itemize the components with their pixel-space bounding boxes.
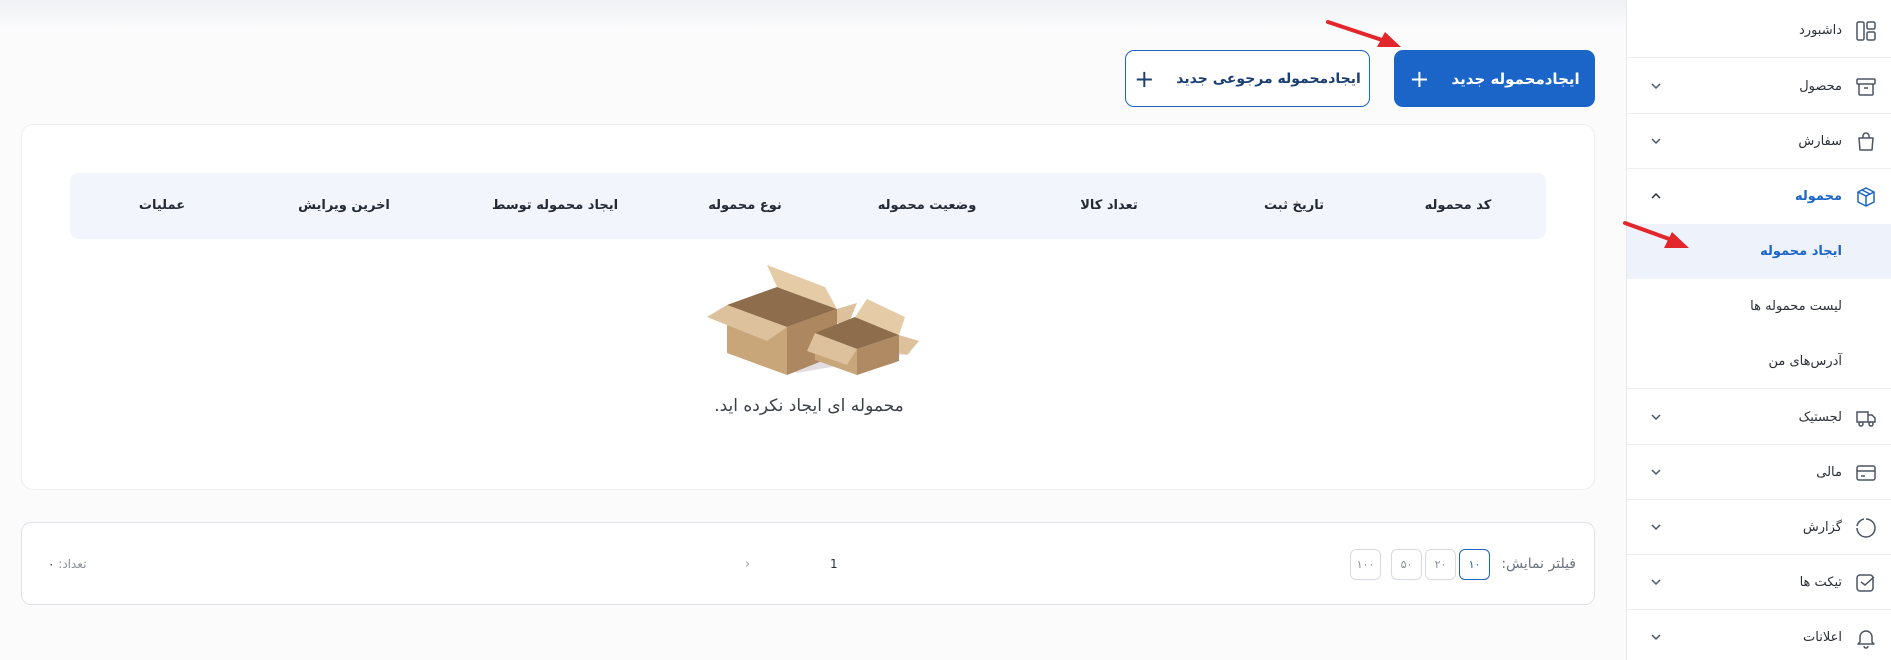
chevron-down-icon[interactable] [1649,134,1663,148]
page-number-button[interactable]: 1 [830,523,838,606]
sidebar-item-label: لجستیک [1798,410,1842,425]
column-header-shipment-type: نوع محموله [708,198,782,213]
card-icon [1856,465,1876,481]
chevron-up-icon[interactable] [1649,189,1663,203]
sidebar-subitem-create-shipment[interactable]: ایجاد محموله [1627,224,1891,279]
column-header-registration-date: تاریخ ثبت [1264,198,1324,213]
page-size-option-10[interactable]: ۱۰ [1459,549,1490,580]
sidebar-item-finance[interactable]: مالی [1627,445,1891,500]
page-size-option-20[interactable]: ۲۰ [1425,549,1456,580]
total-count: تعداد: ۰ [38,523,86,606]
truck-icon [1856,411,1876,427]
chevron-down-icon[interactable] [1649,79,1663,93]
report-circle-icon [1856,518,1876,538]
empty-boxes-illustration [707,265,919,375]
sidebar-item-label: داشبورد [1799,23,1842,38]
column-header-actions: عملیات [138,198,186,213]
sidebar-item-label: گزارش [1802,520,1842,535]
sidebar-subitem-label: ایجاد محموله [1760,244,1842,259]
column-header-last-edit: اخرین ویرایش [298,198,390,213]
sidebar-subitem-label: آدرس‌های من [1768,354,1842,369]
top-bar [0,0,1626,30]
sidebar-item-report[interactable]: گزارش [1627,500,1891,555]
archive-box-icon [1856,78,1876,96]
sidebar-item-label: محصول [1799,79,1842,94]
sidebar-item-product[interactable]: محصول [1627,59,1891,114]
empty-state-message: محموله ای ایجاد نکرده اید. [714,396,904,416]
page-size-option-100[interactable]: ۱۰۰ [1350,549,1381,580]
sidebar-item-label: اعلانات [1803,630,1842,645]
chevron-down-icon[interactable] [1649,410,1663,424]
shipments-table-card: کد محموله تاریخ ثبت تعداد کالا وضعیت محم… [21,124,1595,490]
bag-icon [1858,132,1874,151]
sidebar-item-label: سفارش [1798,134,1842,149]
total-count-value: ۰ [48,557,55,571]
sidebar-subitem-shipment-list[interactable]: لیست محموله ها [1627,279,1891,334]
total-count-label: تعداد: [58,557,87,571]
chevron-down-icon[interactable] [1649,575,1663,589]
pagination-bar: فیلتر نمایش: ۱۰ ۲۰ ۵۰ ۱۰۰ 1 › تعداد: ۰ [21,522,1595,605]
sidebar-subitem-my-addresses[interactable]: آدرس‌های من [1627,334,1891,389]
column-header-item-count: تعداد کالا [1080,198,1138,213]
chevron-down-icon[interactable] [1649,465,1663,479]
sidebar: داشبورد محصول سفارش محموله ایجاد محموله … [1626,0,1891,660]
create-return-shipment-label: ایجادمحموله مرجوعی جدید [1176,70,1361,87]
sidebar-item-dashboard[interactable]: داشبورد [1627,3,1891,58]
create-return-shipment-button[interactable]: ایجادمحموله مرجوعی جدید + [1125,50,1370,107]
main-content: ایجادمحموله جدید + ایجادمحموله مرجوعی جد… [0,0,1626,660]
plus-icon: + [1134,64,1155,93]
bell-icon [1857,630,1875,649]
sidebar-item-order[interactable]: سفارش [1627,114,1891,169]
table-header: کد محموله تاریخ ثبت تعداد کالا وضعیت محم… [70,173,1546,239]
ticket-icon [1856,574,1875,592]
chevron-down-icon[interactable] [1649,630,1663,644]
column-header-shipment-status: وضعیت محموله [877,198,977,213]
package-icon [1857,187,1875,207]
chevron-down-icon[interactable] [1649,520,1663,534]
column-header-shipment-code: کد محموله [1424,198,1492,213]
sidebar-item-shipment[interactable]: محموله [1627,169,1891,224]
sidebar-item-notifications[interactable]: اعلانات [1627,610,1891,660]
next-page-chevron-icon[interactable]: › [745,523,750,606]
sidebar-item-label: مالی [1816,465,1842,480]
page-size-filter-label: فیلتر نمایش: [1501,556,1576,572]
page-size-option-50[interactable]: ۵۰ [1391,549,1422,580]
create-shipment-button[interactable]: ایجادمحموله جدید + [1394,50,1595,107]
sidebar-item-tickets[interactable]: تیکت ها [1627,555,1891,610]
column-header-created-by: ایجاد محموله توسط [491,198,619,213]
sidebar-item-label: تیکت ها [1799,575,1842,590]
plus-icon: + [1409,64,1430,93]
sidebar-subitem-label: لیست محموله ها [1750,299,1842,314]
create-shipment-label: ایجادمحموله جدید [1451,69,1580,88]
dashboard-icon [1856,21,1876,41]
sidebar-item-label: محموله [1794,189,1842,204]
sidebar-item-logistics[interactable]: لجستیک [1627,390,1891,445]
